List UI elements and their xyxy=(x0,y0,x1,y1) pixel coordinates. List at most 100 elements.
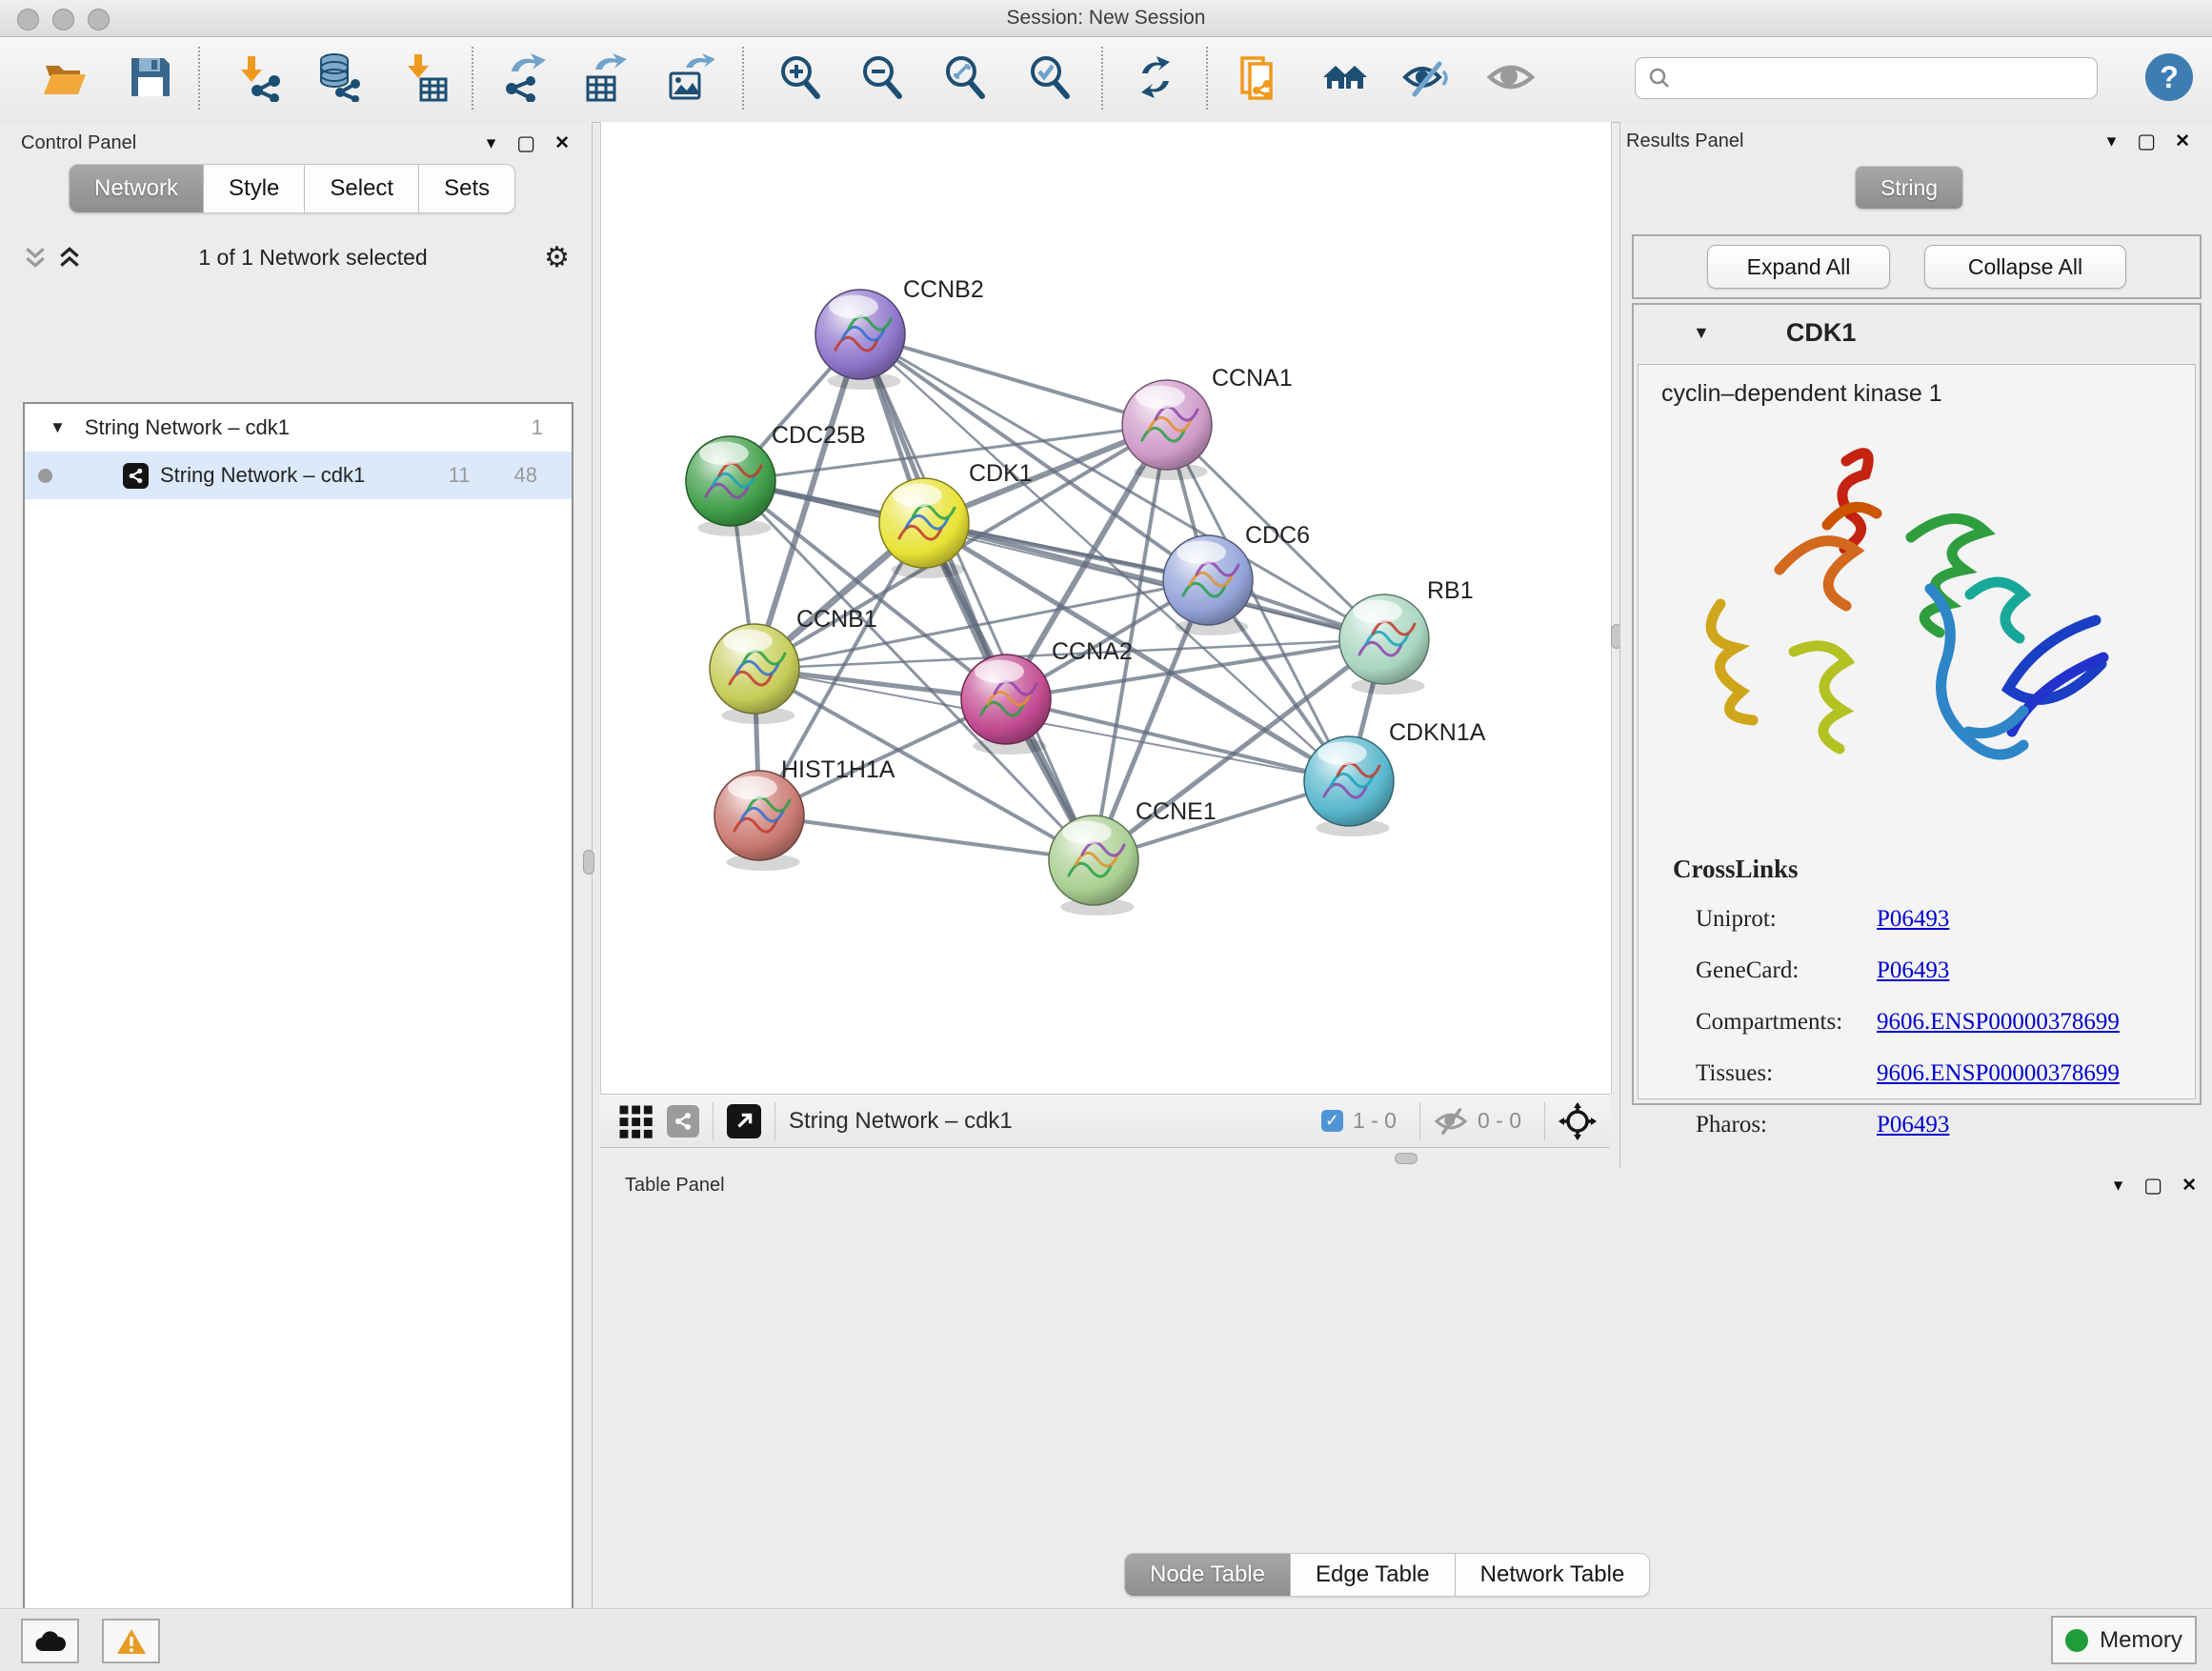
crosslink-label: Uniprot: xyxy=(1696,906,1877,933)
export-table-icon[interactable] xyxy=(580,52,630,102)
network-collection-label: String Network – cdk1 xyxy=(85,415,290,440)
panel-close-icon[interactable]: ✕ xyxy=(2175,131,2190,152)
search-input[interactable] xyxy=(1635,57,2098,99)
tree-options-gear-icon[interactable]: ⚙ xyxy=(544,241,570,274)
selected-checkbox-icon[interactable]: ✓ xyxy=(1321,1110,1343,1132)
tab-select[interactable]: Select xyxy=(305,164,419,213)
refresh-icon[interactable] xyxy=(1131,52,1180,102)
toolbar-separator xyxy=(774,1102,775,1140)
crosslink-row: Pharos: P06493 xyxy=(1696,1099,2195,1151)
crosslink-link[interactable]: 9606.ENSP00000378699 xyxy=(1877,1060,2120,1087)
zoom-out-icon[interactable] xyxy=(857,52,907,102)
bottom-splitter-handle[interactable] xyxy=(1395,1153,1418,1164)
grid-view-icon[interactable] xyxy=(617,1103,654,1139)
expand-all-tree-icon[interactable] xyxy=(57,245,82,270)
crosslink-link[interactable]: P06493 xyxy=(1877,957,1949,984)
crosslink-label: Compartments: xyxy=(1696,1009,1877,1036)
protein-description: cyclin–dependent kinase 1 xyxy=(1661,380,2195,408)
panel-menu-icon[interactable]: ▾ xyxy=(487,132,496,154)
left-splitter-handle[interactable] xyxy=(583,850,594,875)
import-table-icon[interactable] xyxy=(400,52,450,102)
crosslink-link[interactable]: 9606.ENSP00000378699 xyxy=(1877,1009,2120,1036)
show-eye-icon[interactable] xyxy=(1486,52,1536,102)
network-selection-status: 1 of 1 Network selected xyxy=(82,245,544,271)
warnings-button[interactable] xyxy=(102,1619,160,1663)
collapse-all-button[interactable]: Collapse All xyxy=(1924,245,2126,289)
crosslink-label: GeneCard: xyxy=(1696,957,1877,984)
toolbar-separator xyxy=(1101,47,1103,110)
network-view-title: String Network – cdk1 xyxy=(789,1108,1013,1135)
control-panel: Control Panel ▾ ▢ ✕ Network Style Select… xyxy=(0,122,593,1608)
homes-icon[interactable] xyxy=(1319,52,1369,102)
network-collection-row[interactable]: ▼ String Network – cdk1 1 xyxy=(25,404,572,452)
network-type-icon[interactable] xyxy=(667,1105,699,1137)
export-image-icon[interactable] xyxy=(665,52,714,102)
hidden-eye-icon[interactable] xyxy=(1434,1107,1468,1136)
protein-structure-image xyxy=(1684,425,2132,825)
cloud-button[interactable] xyxy=(21,1619,79,1663)
node-count: 11 xyxy=(449,463,471,488)
crosslink-link[interactable]: P06493 xyxy=(1877,1112,1949,1138)
zoom-fit-icon[interactable] xyxy=(940,52,990,102)
tab-network-table[interactable]: Network Table xyxy=(1456,1553,1651,1597)
import-network-icon[interactable] xyxy=(233,52,283,102)
network-tree: ▼ String Network – cdk1 1 String Network… xyxy=(23,402,573,1671)
results-panel: Results Panel ▾ ▢ ✕ String Expand All Co… xyxy=(1619,122,2212,1168)
window-title: Session: New Session xyxy=(0,7,2212,30)
tab-sets[interactable]: Sets xyxy=(419,164,515,213)
expand-all-button[interactable]: Expand All xyxy=(1707,245,1890,289)
cdk1-details: cyclin–dependent kinase 1 xyxy=(1638,364,2196,1099)
cdk1-section: ▼ CDK1 cyclin–dependent kinase 1 xyxy=(1632,303,2202,1105)
panel-float-icon[interactable]: ▢ xyxy=(516,131,535,155)
tab-style[interactable]: Style xyxy=(204,164,305,213)
zoom-in-icon[interactable] xyxy=(775,52,825,102)
open-session-icon[interactable] xyxy=(40,52,90,102)
crosslink-row: Uniprot: P06493 xyxy=(1696,894,2195,945)
network-canvas[interactable] xyxy=(600,122,1612,1094)
selected-counts: 1 - 0 xyxy=(1353,1108,1397,1134)
panel-float-icon[interactable]: ▢ xyxy=(2143,1174,2162,1198)
warning-icon xyxy=(116,1628,147,1655)
network-row-label: String Network – cdk1 xyxy=(160,463,365,488)
section-collapse-icon[interactable]: ▼ xyxy=(1693,323,1710,343)
panel-float-icon[interactable]: ▢ xyxy=(2137,130,2156,153)
collapse-all-tree-icon[interactable] xyxy=(23,245,48,270)
help-button[interactable]: ? xyxy=(2145,53,2193,101)
collection-count: 1 xyxy=(532,415,543,440)
export-network-icon[interactable] xyxy=(498,52,548,102)
search-icon xyxy=(1647,66,1672,91)
results-panel-title: Results Panel xyxy=(1626,131,1743,152)
save-session-icon[interactable] xyxy=(126,52,175,102)
table-panel-title: Table Panel xyxy=(625,1175,725,1197)
crosslink-label: Pharos: xyxy=(1696,1112,1877,1138)
tree-expand-icon[interactable]: ▼ xyxy=(50,418,66,437)
tab-string[interactable]: String xyxy=(1855,166,1963,210)
copy-network-icon[interactable] xyxy=(1235,52,1284,102)
tab-network[interactable]: Network xyxy=(69,164,204,213)
control-panel-title: Control Panel xyxy=(21,132,136,154)
title-bar: Session: New Session xyxy=(0,0,2212,37)
import-database-icon[interactable] xyxy=(313,52,363,102)
edge-count: 48 xyxy=(514,463,537,488)
network-view-toolbar: String Network – cdk1 ✓ 1 - 0 0 - 0 xyxy=(600,1094,1610,1148)
hide-eye-icon[interactable] xyxy=(1401,52,1451,102)
network-row-selected[interactable]: String Network – cdk1 11 48 xyxy=(25,452,572,499)
zoom-selected-icon[interactable] xyxy=(1025,52,1075,102)
tab-node-table[interactable]: Node Table xyxy=(1124,1553,1291,1597)
table-panel: Table Panel ▾ ▢ ✕ ⚙ xyxy=(600,1168,2212,1608)
panel-close-icon[interactable]: ✕ xyxy=(2182,1175,2197,1197)
birdseye-view-icon[interactable] xyxy=(727,1104,761,1138)
control-panel-tabs: Network Style Select Sets xyxy=(69,164,515,213)
panel-menu-icon[interactable]: ▾ xyxy=(2107,131,2117,152)
toolbar-separator xyxy=(1419,1102,1420,1140)
panel-close-icon[interactable]: ✕ xyxy=(554,132,570,154)
fit-selected-crosshair-icon[interactable] xyxy=(1558,1102,1597,1140)
toolbar-separator xyxy=(472,47,473,110)
tab-edge-table[interactable]: Edge Table xyxy=(1291,1553,1456,1597)
crosslinks-title: CrossLinks xyxy=(1673,855,2195,884)
crosslink-link[interactable]: P06493 xyxy=(1877,906,1949,933)
main-toolbar: ? xyxy=(0,37,2212,123)
memory-button[interactable]: Memory xyxy=(2051,1616,2197,1664)
panel-menu-icon[interactable]: ▾ xyxy=(2114,1175,2123,1197)
crosslink-row: Compartments: 9606.ENSP00000378699 xyxy=(1696,997,2195,1048)
